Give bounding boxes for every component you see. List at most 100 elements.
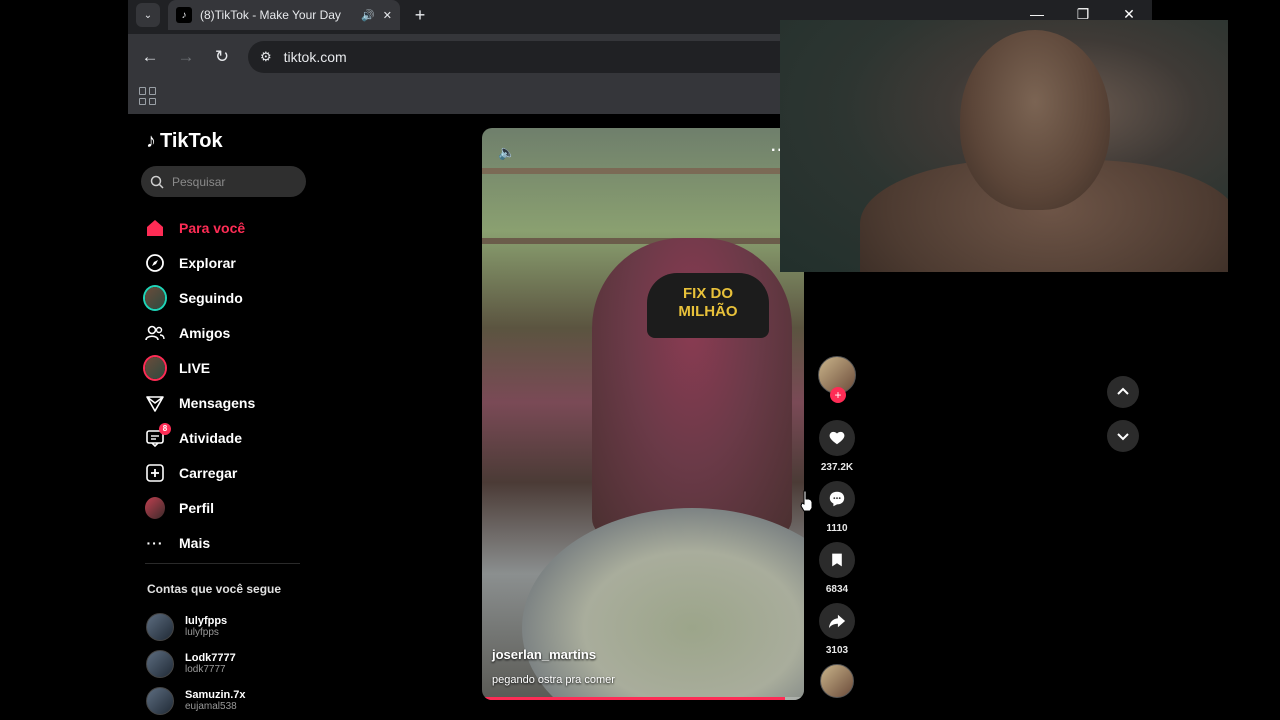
share-count: 3103 [825, 645, 849, 656]
following-section-title: Contas que você segue [147, 582, 282, 596]
account-handle: lulyfpps [185, 627, 219, 638]
tab-close-button[interactable]: ✕ [383, 9, 392, 22]
following-accounts-list: lulyfpps lulyfpps Lodk7777 lodk7777 Samu… [146, 608, 246, 719]
account-name: lulyfpps [185, 615, 228, 627]
list-item[interactable]: Lodk7777 lodk7777 [146, 645, 246, 682]
sidebar-item-label: Perfil [179, 499, 215, 516]
sidebar-item-label: Mensagens [179, 394, 256, 411]
tab-search-button[interactable]: ⌄ [136, 3, 160, 27]
new-tab-button[interactable]: + [408, 3, 432, 27]
volume-icon[interactable]: 🔈 [498, 144, 515, 161]
comment-count: 1110 [826, 523, 848, 534]
sidebar-item-amigos[interactable]: Amigos [145, 315, 305, 350]
sidebar-item-label: Mais [179, 534, 211, 551]
hand-cursor-icon [800, 490, 813, 512]
music-avatar-button[interactable] [817, 664, 857, 698]
like-button[interactable]: 237.2K [817, 420, 857, 473]
sidebar-item-perfil[interactable]: Perfil [145, 490, 305, 525]
speaker-icon[interactable]: 🔊 [361, 9, 375, 22]
sidebar-item-carregar[interactable]: Carregar [145, 455, 305, 490]
friends-icon [145, 323, 165, 343]
video-action-bar: + 237.2K 1110 6834 3103 [817, 356, 857, 706]
sidebar-item-label: Explorar [179, 254, 236, 271]
video-caption: pegando ostra pra comer [492, 674, 615, 686]
sidebar-item-label: Atividade [179, 429, 243, 446]
save-count: 6834 [825, 584, 849, 595]
chevron-up-icon [1117, 387, 1129, 395]
tiktok-favicon-icon: ♪ [176, 7, 192, 23]
video-frame-detail [482, 168, 804, 174]
avatar [146, 612, 174, 641]
comment-button[interactable]: 1110 [817, 481, 857, 534]
webcam-overlay [780, 20, 1228, 272]
live-avatar-icon [145, 356, 165, 379]
sidebar-item-label: Carregar [179, 464, 238, 481]
share-button[interactable]: 3103 [817, 603, 857, 656]
comment-icon [819, 481, 855, 517]
share-icon [819, 603, 855, 639]
sidebar-item-live[interactable]: LIVE [145, 350, 305, 385]
search-icon [150, 175, 164, 189]
compass-icon [145, 253, 165, 273]
next-video-button[interactable] [1107, 420, 1139, 452]
chevron-down-icon: ⌄ [143, 9, 153, 21]
video-progress-bar[interactable] [482, 697, 804, 700]
avatar [820, 664, 854, 698]
tiktok-note-icon: ♪ [146, 130, 156, 152]
sidebar-item-para-voce[interactable]: Para você [145, 210, 305, 245]
sidebar-item-explorar[interactable]: Explorar [145, 245, 305, 280]
cap-text: FIX DO MILHÃO [647, 273, 769, 338]
search-input[interactable]: Pesquisar [141, 166, 306, 197]
tiktok-logo[interactable]: ♪ TikTok [146, 130, 223, 153]
chevron-down-icon [1117, 433, 1129, 441]
tab-title: (8)TikTok - Make Your Day [200, 8, 341, 22]
account-name: Samuzin.7x [185, 689, 246, 701]
more-icon: ··· [146, 534, 164, 551]
avatar-icon [145, 286, 165, 309]
back-button[interactable]: ← [136, 43, 164, 71]
reload-button[interactable]: ↻ [208, 43, 236, 71]
site-info-icon[interactable]: ⚙ [260, 49, 272, 65]
sidebar-item-label: Para você [179, 219, 246, 236]
webcam-face [960, 30, 1110, 210]
list-item[interactable]: Samuzin.7x eujamal538 [146, 682, 246, 719]
upload-icon [145, 463, 165, 483]
list-item[interactable]: lulyfpps lulyfpps [146, 608, 246, 645]
sidebar-item-label: Seguindo [179, 289, 243, 306]
creator-avatar-button[interactable]: + [817, 356, 857, 412]
account-handle: lodk7777 [185, 664, 226, 675]
sidebar-item-mensagens[interactable]: Mensagens [145, 385, 305, 420]
video-frame-detail [482, 238, 804, 244]
avatar: + [818, 356, 856, 403]
account-name: Lodk7777 [185, 652, 236, 664]
sidebar-divider [145, 563, 300, 564]
save-button[interactable]: 6834 [817, 542, 857, 595]
browser-tab[interactable]: ♪ (8)TikTok - Make Your Day 🔊 ✕ [168, 0, 400, 30]
logo-text: TikTok [160, 130, 223, 152]
sidebar-nav: Para você Explorar Seguindo Amigos LIVE … [145, 210, 305, 560]
sidebar-item-atividade[interactable]: 8 Atividade [145, 420, 305, 455]
avatar [146, 649, 174, 678]
search-placeholder: Pesquisar [172, 174, 226, 189]
video-progress-fill [482, 697, 785, 700]
apps-grid-icon[interactable] [138, 86, 158, 106]
avatar [146, 686, 174, 715]
sidebar-item-label: Amigos [179, 324, 231, 341]
url-text: tiktok.com [283, 49, 347, 65]
sidebar-item-mais[interactable]: ··· Mais [145, 525, 305, 560]
video-author[interactable]: joserlan_martins [492, 647, 596, 662]
bookmark-icon [819, 542, 855, 578]
notification-badge: 8 [159, 422, 171, 435]
home-icon [145, 218, 165, 238]
profile-avatar-icon [145, 496, 165, 519]
like-count: 237.2K [820, 462, 854, 473]
sidebar-item-seguindo[interactable]: Seguindo [145, 280, 305, 315]
forward-button[interactable]: → [172, 43, 200, 71]
send-icon [145, 393, 165, 413]
sidebar-item-label: LIVE [179, 359, 211, 376]
activity-icon: 8 [145, 422, 171, 448]
video-player[interactable]: FIX DO MILHÃO 🔈 ··· joserlan_martins peg… [482, 128, 804, 700]
follow-plus-icon[interactable]: + [830, 387, 846, 403]
video-frame-detail [522, 508, 804, 700]
previous-video-button[interactable] [1107, 376, 1139, 408]
